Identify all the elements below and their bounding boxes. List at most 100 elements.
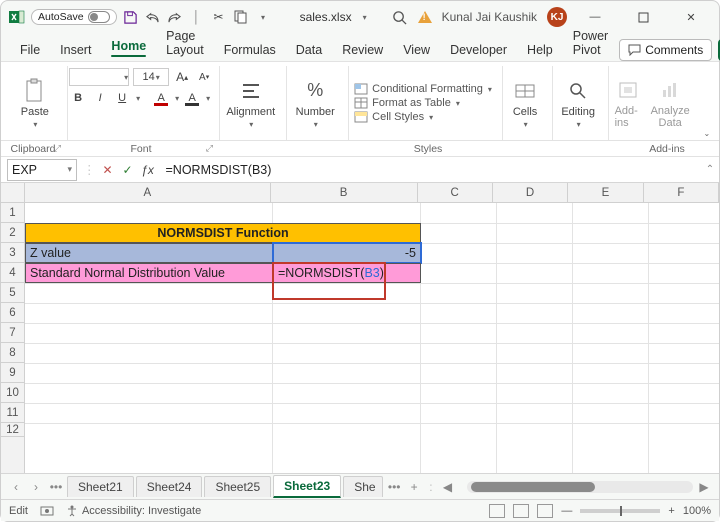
- zoom-in-button[interactable]: +: [668, 505, 674, 517]
- autosave-toggle[interactable]: AutoSave: [31, 9, 117, 25]
- editing-button[interactable]: Editing ▾: [561, 78, 595, 129]
- col-header-e[interactable]: E: [568, 183, 643, 203]
- scroll-right-button[interactable]: ▶: [695, 480, 713, 494]
- close-button[interactable]: ✕: [671, 3, 711, 31]
- row-header[interactable]: 1: [1, 203, 24, 223]
- horizontal-scrollbar[interactable]: [467, 481, 693, 493]
- tab-developer[interactable]: Developer: [441, 39, 516, 61]
- tab-review[interactable]: Review: [333, 39, 392, 61]
- cell-b3[interactable]: -5: [273, 243, 421, 263]
- copy-icon[interactable]: [233, 9, 249, 25]
- filename-dropdown-icon[interactable]: ▾: [363, 13, 367, 22]
- insert-function-button[interactable]: ƒx: [138, 160, 158, 180]
- alignment-button[interactable]: Alignment ▾: [226, 78, 275, 129]
- tab-formulas[interactable]: Formulas: [215, 39, 285, 61]
- sheet-tab-active[interactable]: Sheet23: [273, 475, 341, 498]
- sheet-nav-next[interactable]: ›: [27, 480, 45, 494]
- zoom-slider[interactable]: [580, 509, 660, 513]
- row-header[interactable]: 8: [1, 343, 24, 363]
- redo-icon[interactable]: [167, 9, 183, 25]
- save-icon[interactable]: [123, 9, 139, 25]
- row-header[interactable]: 12: [1, 423, 24, 437]
- sheet-tab[interactable]: Sheet21: [67, 476, 134, 497]
- row-header[interactable]: 3: [1, 243, 24, 263]
- cancel-formula-button[interactable]: ✕: [98, 160, 118, 180]
- tab-help[interactable]: Help: [518, 39, 562, 61]
- row-header[interactable]: 9: [1, 363, 24, 383]
- expand-formula-bar-button[interactable]: ⌃: [701, 164, 719, 175]
- tab-power-pivot[interactable]: Power Pivot: [564, 25, 617, 61]
- row-header[interactable]: 6: [1, 303, 24, 323]
- cells-button[interactable]: Cells ▾: [512, 78, 538, 129]
- worksheet-grid[interactable]: A B C D E F 1 2 3 4 5 6 7 8 9 10 11 12: [1, 183, 719, 473]
- number-format-button[interactable]: % Number ▾: [296, 78, 335, 129]
- normal-view-button[interactable]: [489, 504, 505, 518]
- zoom-level-label[interactable]: 100%: [683, 505, 711, 517]
- font-color-button[interactable]: A: [152, 90, 170, 106]
- accessibility-status[interactable]: Accessibility: Investigate: [66, 505, 201, 517]
- analyze-data-button[interactable]: Analyze Data: [651, 77, 690, 129]
- sheet-tab[interactable]: Sheet25: [204, 476, 271, 497]
- sheet-overflow[interactable]: •••: [385, 480, 403, 494]
- name-box[interactable]: EXP ▾: [7, 159, 77, 181]
- maximize-button[interactable]: [623, 3, 663, 31]
- dialog-launcher-icon[interactable]: ⤢: [206, 143, 213, 154]
- user-avatar[interactable]: KJ: [547, 7, 567, 27]
- qat-customize-dropdown[interactable]: ▾: [255, 9, 271, 25]
- col-header-a[interactable]: A: [25, 183, 271, 203]
- col-header-c[interactable]: C: [418, 183, 493, 203]
- bold-button[interactable]: B: [69, 90, 87, 106]
- tab-file[interactable]: File: [11, 39, 49, 61]
- format-as-table-button[interactable]: Format as Table▾: [354, 97, 492, 109]
- dialog-launcher-icon[interactable]: ⤢: [54, 143, 61, 154]
- row-header[interactable]: 10: [1, 383, 24, 403]
- comments-button[interactable]: Comments: [619, 39, 712, 61]
- row-header[interactable]: 4: [1, 263, 24, 283]
- ribbon-collapse-button[interactable]: ⌄: [700, 66, 713, 140]
- col-header-b[interactable]: B: [271, 183, 418, 203]
- cell-styles-button[interactable]: Cell Styles▾: [354, 111, 492, 123]
- formula-input[interactable]: =NORMSDIST(B3): [158, 163, 702, 177]
- row-header[interactable]: 11: [1, 403, 24, 423]
- cut-icon[interactable]: ✂: [211, 9, 227, 25]
- sheet-tab[interactable]: Sheet24: [136, 476, 203, 497]
- enter-formula-button[interactable]: ✓: [118, 160, 138, 180]
- sheet-tab[interactable]: She: [343, 476, 383, 497]
- fill-color-button[interactable]: A: [183, 90, 201, 106]
- tab-data[interactable]: Data: [287, 39, 331, 61]
- sheet-nav-more[interactable]: •••: [47, 480, 65, 494]
- tab-insert[interactable]: Insert: [51, 39, 100, 61]
- cell-a4[interactable]: Standard Normal Distribution Value: [25, 263, 273, 283]
- scrollbar-thumb[interactable]: [471, 482, 596, 492]
- warning-icon[interactable]: [418, 11, 432, 23]
- decrease-font-icon[interactable]: A▾: [195, 69, 213, 85]
- col-header-d[interactable]: D: [493, 183, 568, 203]
- addins-button[interactable]: Add-ins: [615, 77, 641, 129]
- sheet-nav-prev[interactable]: ‹: [7, 480, 25, 494]
- document-filename[interactable]: sales.xlsx: [296, 10, 356, 24]
- cell-a3[interactable]: Z value: [25, 243, 273, 263]
- page-layout-view-button[interactable]: [513, 504, 529, 518]
- italic-button[interactable]: I: [91, 90, 109, 106]
- scroll-left-button[interactable]: ◀: [439, 480, 457, 494]
- cell-a2b2-title[interactable]: NORMSDIST Function: [25, 223, 421, 243]
- page-break-view-button[interactable]: [537, 504, 553, 518]
- tab-view[interactable]: View: [394, 39, 439, 61]
- tab-page-layout[interactable]: Page Layout: [157, 25, 213, 61]
- conditional-formatting-button[interactable]: Conditional Formatting▾: [354, 83, 492, 95]
- row-header[interactable]: 2: [1, 223, 24, 243]
- row-header[interactable]: 5: [1, 283, 24, 303]
- font-size-select[interactable]: 14▾: [133, 68, 169, 86]
- paste-button[interactable]: Paste ▾: [21, 78, 49, 129]
- undo-icon[interactable]: [145, 9, 161, 25]
- zoom-out-button[interactable]: —: [561, 505, 572, 517]
- increase-font-icon[interactable]: A▴: [173, 69, 191, 85]
- underline-button[interactable]: U: [113, 90, 131, 106]
- tab-home[interactable]: Home: [102, 35, 155, 61]
- row-header[interactable]: 7: [1, 323, 24, 343]
- macro-record-icon[interactable]: [40, 505, 54, 517]
- font-name-select[interactable]: ▾: [69, 68, 129, 86]
- new-sheet-button[interactable]: +: [405, 480, 423, 494]
- search-icon[interactable]: [392, 9, 408, 25]
- col-header-f[interactable]: F: [644, 183, 719, 203]
